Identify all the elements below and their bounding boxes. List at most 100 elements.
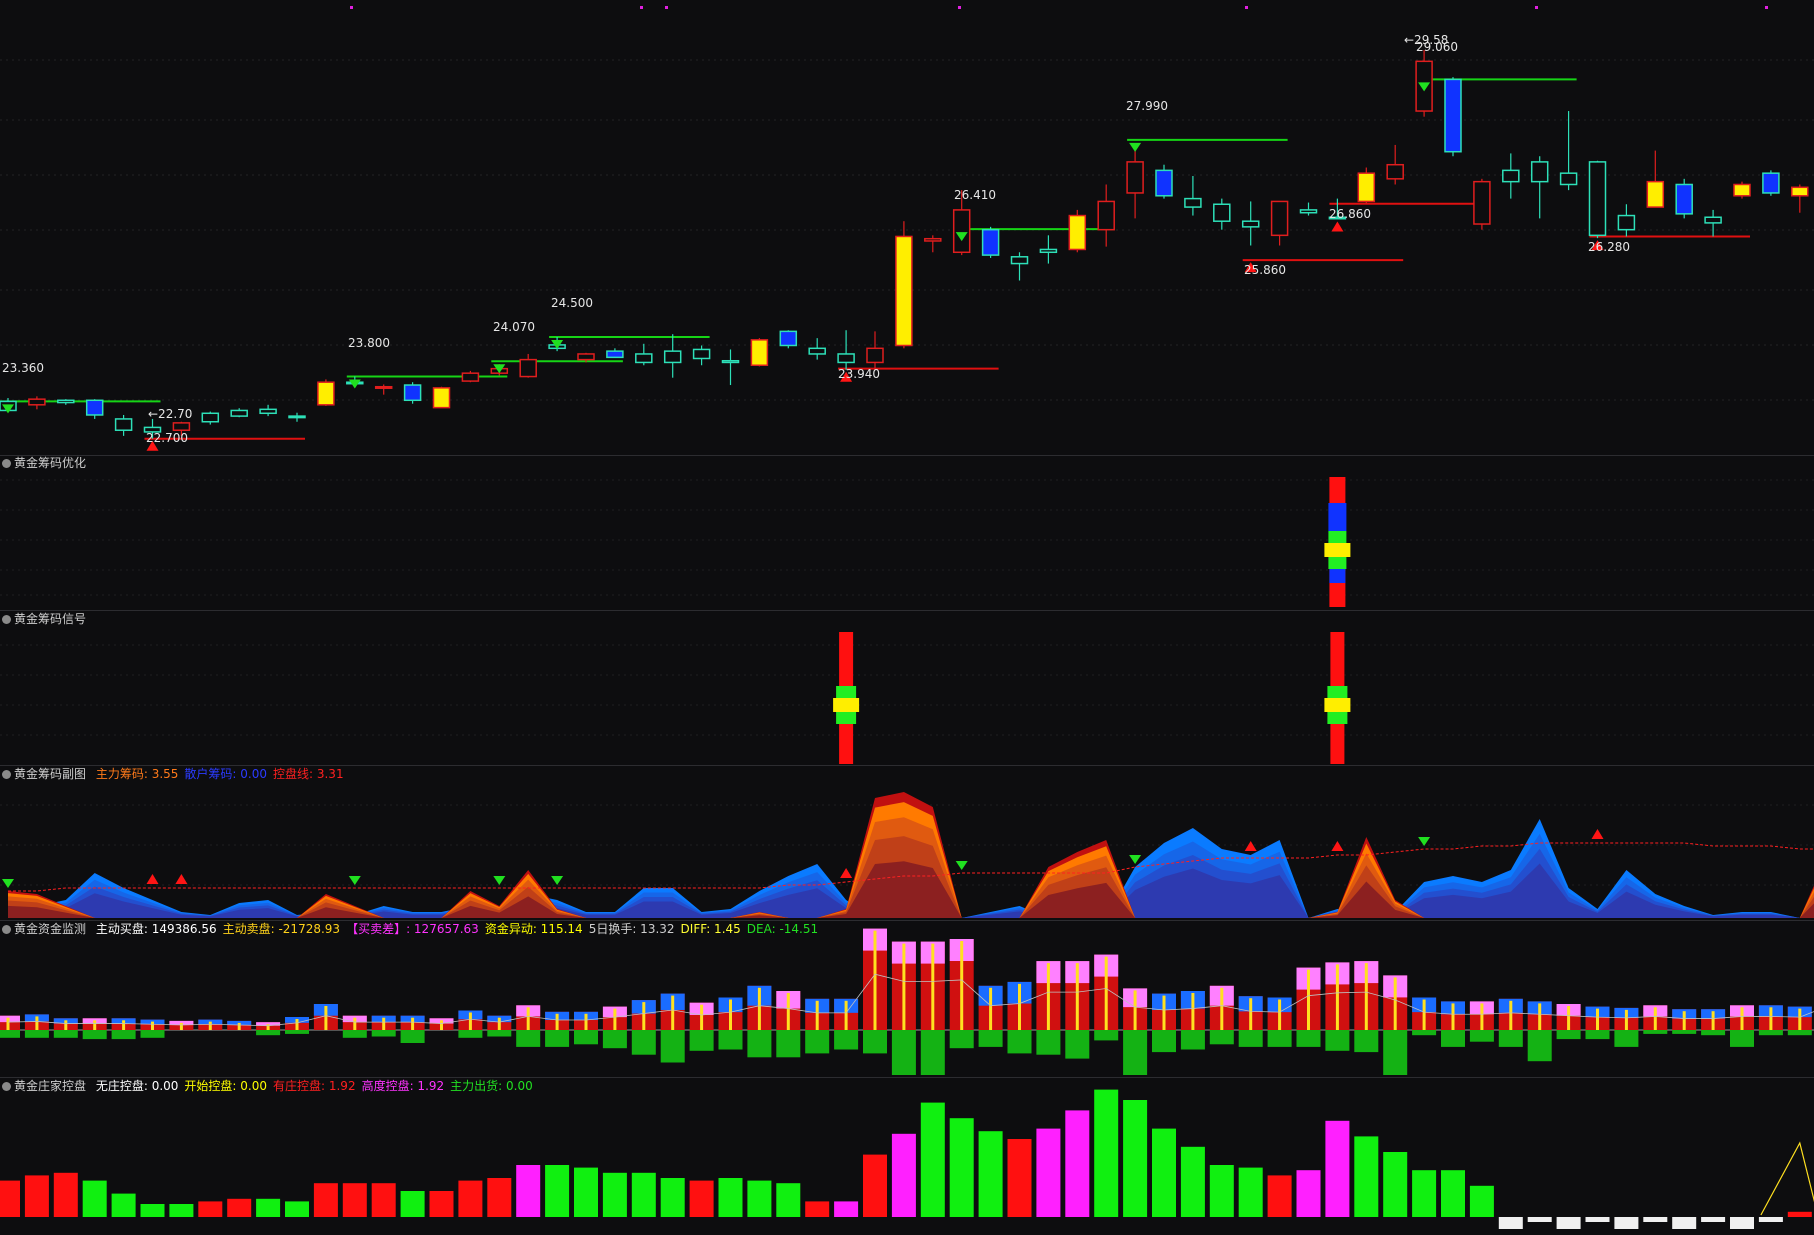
candle-body (1733, 183, 1751, 197)
control-bar (1556, 1217, 1581, 1229)
sell-bar (776, 1030, 801, 1058)
fund-monitor-chart[interactable] (0, 920, 1814, 1075)
sell-bar (747, 1030, 772, 1058)
buy-bar-core (1018, 983, 1021, 1030)
buy-bar-core (208, 1021, 212, 1030)
control-bar (1383, 1152, 1408, 1217)
down-arrow-marker (348, 876, 361, 885)
buy-bar-core (844, 1000, 848, 1030)
control-bar (1007, 1139, 1032, 1217)
sell-bar (1036, 1030, 1061, 1055)
buy-bar-core (1798, 1008, 1802, 1030)
signal-bar (1324, 543, 1351, 557)
buy-bar-core (757, 987, 761, 1030)
candlestick-chart[interactable]: 23.360 ←22.70 22.700 23.800 24.070 24.500 23.9… (0, 0, 1814, 455)
control-bar (1123, 1100, 1148, 1217)
control-bar (516, 1165, 541, 1217)
buy-bar-core (1624, 1009, 1628, 1030)
sell-bar (1325, 1030, 1350, 1051)
sell-bar (1527, 1030, 1552, 1062)
candle-body (1010, 256, 1029, 265)
control-bar (1267, 1175, 1292, 1217)
sell-bar (1643, 1030, 1668, 1034)
candle-body (432, 387, 451, 409)
up-arrow-marker (1331, 841, 1344, 851)
control-bar (1036, 1128, 1061, 1217)
price-label: 23.360 (2, 361, 44, 375)
control-bar (1672, 1217, 1697, 1229)
down-arrow-marker (1129, 142, 1142, 152)
control-bar (198, 1201, 223, 1217)
buy-bar-core (555, 1013, 559, 1030)
sell-bar (718, 1030, 743, 1050)
buy-bar-core (960, 941, 964, 1030)
buy-bar-core (1220, 987, 1224, 1030)
sell-bar (1730, 1030, 1754, 1047)
control-bar (574, 1167, 598, 1217)
candle-body (1588, 161, 1607, 237)
control-bar (805, 1201, 830, 1217)
candle-body (924, 237, 942, 242)
control-bar (1614, 1217, 1639, 1229)
control-bar (227, 1198, 252, 1217)
chip-subchart[interactable] (0, 765, 1814, 920)
candle-body (1241, 220, 1260, 228)
control-bar (1180, 1146, 1205, 1217)
sell-bar (516, 1030, 541, 1047)
chip-signal-chart[interactable] (0, 610, 1814, 765)
buy-bar-core (1769, 1007, 1773, 1030)
price-label: ←22.70 (148, 407, 192, 421)
candle-body (1762, 172, 1780, 194)
sell-bar (949, 1030, 974, 1049)
candle-body (1155, 169, 1173, 197)
sell-bar (1441, 1030, 1465, 1047)
candle-body (1502, 169, 1520, 183)
candle-body (1704, 216, 1722, 224)
buy-bar-core (93, 1020, 97, 1030)
candle-body (663, 350, 682, 364)
buy-bar-core (411, 1017, 415, 1030)
buy-bar-core (353, 1017, 357, 1030)
control-bar (1354, 1136, 1379, 1217)
top-marker-dot (665, 6, 668, 9)
buy-bar-core (35, 1016, 39, 1030)
control-bar (602, 1172, 627, 1217)
control-bar (256, 1198, 281, 1217)
control-bar (834, 1201, 859, 1217)
chip-optimization-chart[interactable] (0, 455, 1814, 610)
candle-body (259, 408, 277, 415)
sell-bar (545, 1030, 570, 1047)
buy-bar-core (671, 995, 675, 1030)
control-bar (545, 1165, 570, 1217)
control-bar (1209, 1165, 1234, 1217)
candle-body (172, 422, 191, 431)
candle-body (1270, 200, 1289, 237)
sell-bar (574, 1030, 598, 1045)
buy-bar-core (440, 1020, 443, 1030)
control-bar (111, 1193, 136, 1217)
candle-body (750, 339, 769, 367)
control-bar (487, 1178, 512, 1217)
buy-bar-core (266, 1024, 270, 1030)
price-label: 27.990 (1126, 99, 1168, 113)
sell-bar (1383, 1030, 1408, 1075)
candle-body (1097, 200, 1115, 231)
candle-body (1039, 248, 1058, 254)
sell-bar (834, 1030, 859, 1050)
signal-bar (1324, 698, 1351, 712)
signal-bar (836, 686, 857, 698)
sell-bar (285, 1030, 309, 1034)
control-bar (1758, 1217, 1783, 1222)
buy-bar-core (700, 1004, 704, 1030)
control-bar (660, 1178, 685, 1217)
control-bar (371, 1183, 396, 1217)
buy-bar-core (1740, 1007, 1744, 1030)
dealer-control-chart[interactable] (0, 1077, 1814, 1235)
candle-body (1184, 197, 1202, 208)
control-bar (1787, 1211, 1812, 1217)
candle-body (635, 353, 653, 364)
buy-bar-core (151, 1021, 154, 1030)
signal-bar (1328, 557, 1347, 569)
candle-body (1444, 78, 1462, 153)
candle-body (288, 415, 306, 419)
